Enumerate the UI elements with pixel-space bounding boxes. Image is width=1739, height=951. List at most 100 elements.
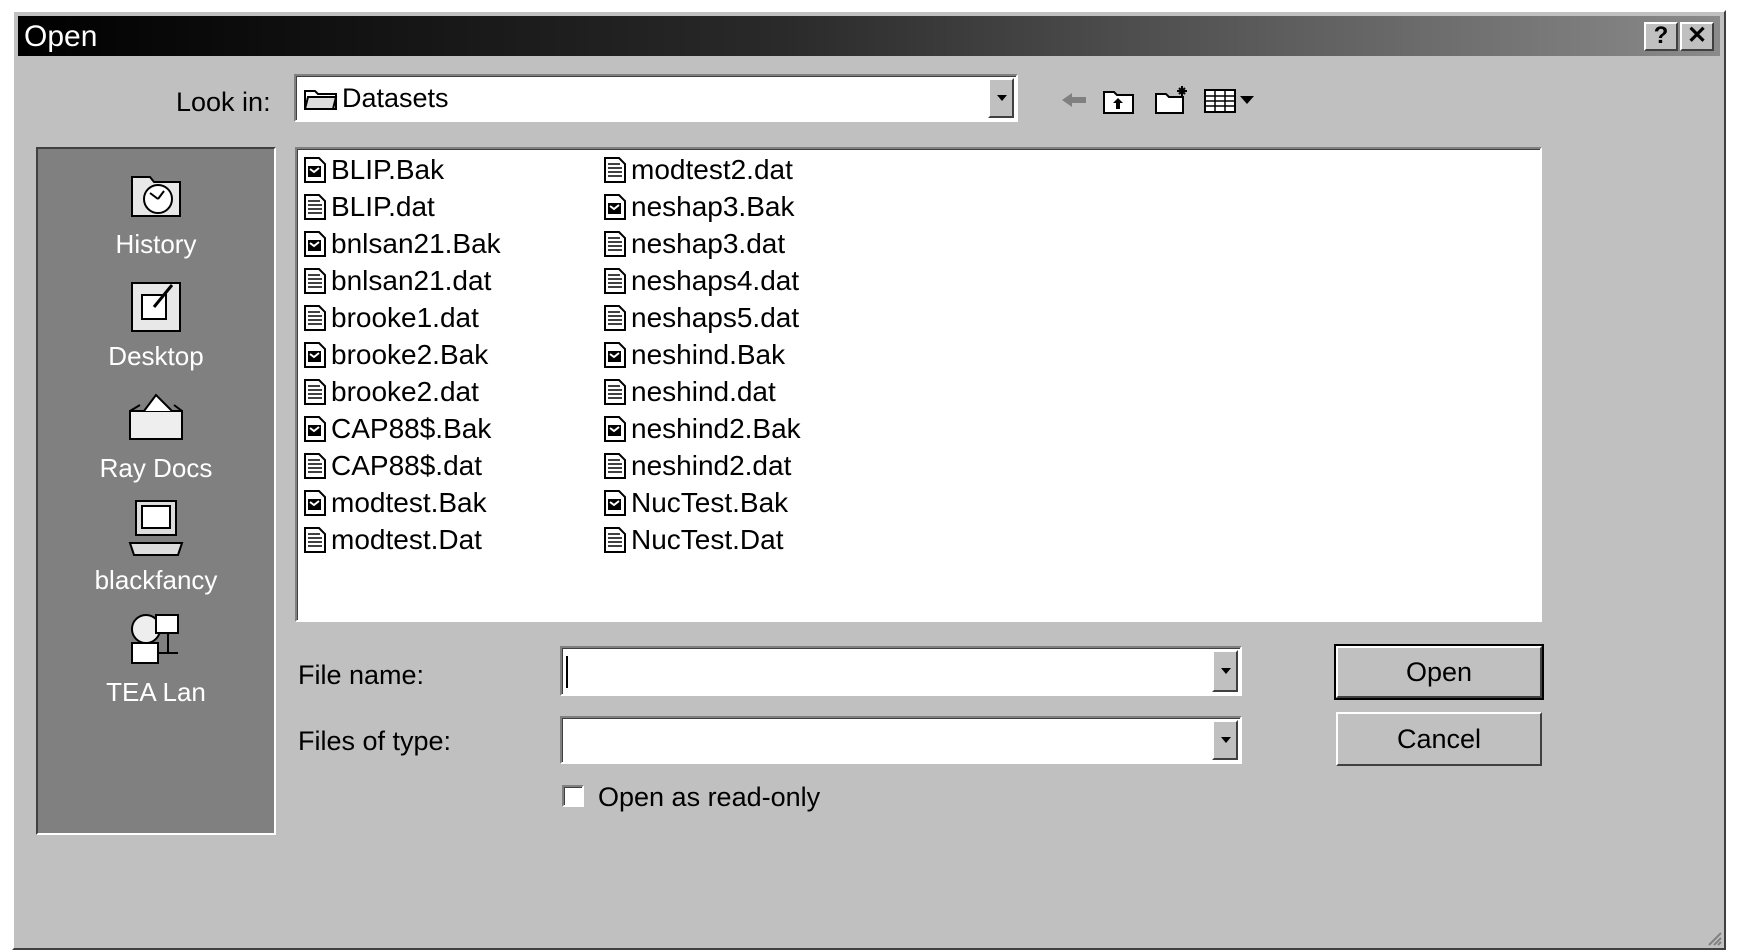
- lookin-label-text: Look in:: [176, 87, 271, 117]
- place-history-label: History: [115, 229, 197, 259]
- lookin-combobox[interactable]: Datasets: [294, 74, 1018, 122]
- up-folder-icon[interactable]: [1102, 84, 1136, 116]
- network-icon: [131, 614, 179, 664]
- place-ray-docs-label: Ray Docs: [99, 453, 213, 483]
- dat-file-icon: [304, 268, 326, 294]
- computer-icon: [128, 500, 184, 556]
- help-button[interactable]: ?: [1644, 22, 1678, 51]
- dat-file-icon: [604, 527, 626, 553]
- dat-file-icon: [604, 453, 626, 479]
- file-name: brooke1.dat: [331, 302, 479, 333]
- dat-file-icon: [304, 194, 326, 220]
- filetype-label-text: Files of type:: [298, 726, 452, 756]
- filename-label: File name:: [298, 660, 424, 691]
- file-name: brooke2.dat: [331, 376, 479, 407]
- documents-folder-icon: [129, 393, 183, 440]
- file-name: neshaps5.dat: [631, 302, 800, 333]
- filetype-combobox[interactable]: [560, 716, 1242, 764]
- desktop-icon: [131, 282, 181, 332]
- file-item[interactable]: NucTest.Dat: [603, 523, 784, 557]
- new-folder-icon[interactable]: [1154, 84, 1192, 116]
- bak-file-icon: [604, 416, 626, 442]
- file-item[interactable]: neshind2.dat: [603, 449, 791, 483]
- file-item[interactable]: neshap3.dat: [603, 227, 785, 261]
- file-item[interactable]: neshind.Bak: [603, 338, 785, 372]
- readonly-checkbox[interactable]: [562, 785, 584, 807]
- dat-file-icon: [304, 527, 326, 553]
- file-name: CAP88$.Bak: [331, 413, 492, 444]
- filename-dropdown-button[interactable]: [1212, 650, 1238, 692]
- file-name: modtest.Dat: [331, 524, 482, 555]
- place-tea-lan[interactable]: TEA Lan: [38, 609, 274, 708]
- place-desktop[interactable]: Desktop: [38, 273, 274, 372]
- file-name: neshaps4.dat: [631, 265, 800, 296]
- bak-file-icon: [304, 157, 326, 183]
- filetype-dropdown-button[interactable]: [1212, 720, 1238, 760]
- filename-combobox[interactable]: [560, 646, 1242, 696]
- file-item[interactable]: brooke2.dat: [303, 375, 479, 409]
- file-name: neshind2.Bak: [631, 413, 801, 444]
- dat-file-icon: [304, 453, 326, 479]
- file-name: modtest2.dat: [631, 154, 793, 185]
- bak-file-icon: [604, 342, 626, 368]
- filetype-label: Files of type:: [298, 726, 451, 757]
- place-blackfancy[interactable]: blackfancy: [38, 497, 274, 596]
- file-name: brooke2.Bak: [331, 339, 489, 370]
- bak-file-icon: [604, 194, 626, 220]
- file-item[interactable]: brooke1.dat: [303, 301, 479, 335]
- readonly-label[interactable]: Open as read-only: [598, 782, 820, 813]
- place-tea-lan-label: TEA Lan: [106, 677, 206, 707]
- file-item[interactable]: BLIP.Bak: [303, 153, 444, 187]
- bak-file-icon: [304, 490, 326, 516]
- dat-file-icon: [604, 379, 626, 405]
- cancel-button[interactable]: Cancel: [1336, 712, 1542, 766]
- open-button[interactable]: Open: [1334, 644, 1544, 700]
- file-item[interactable]: neshaps4.dat: [603, 264, 799, 298]
- file-item[interactable]: neshap3.Bak: [603, 190, 794, 224]
- dat-file-icon: [304, 379, 326, 405]
- file-name: bnlsan21.dat: [331, 265, 492, 296]
- place-ray-docs[interactable]: Ray Docs: [38, 385, 274, 484]
- lookin-dropdown-button[interactable]: [988, 78, 1014, 118]
- bak-file-icon: [304, 231, 326, 257]
- dat-file-icon: [604, 231, 626, 257]
- open-dialog: Open ? ✕ Look in: Datasets History Deskt…: [12, 10, 1726, 950]
- file-item[interactable]: bnlsan21.dat: [303, 264, 491, 298]
- lookin-label: Look in:: [176, 87, 271, 118]
- close-button[interactable]: ✕: [1680, 22, 1714, 51]
- file-item[interactable]: CAP88$.dat: [303, 449, 482, 483]
- folder-icon: [304, 90, 338, 110]
- back-icon[interactable]: [1058, 84, 1088, 116]
- file-item[interactable]: neshind2.Bak: [603, 412, 801, 446]
- file-item[interactable]: CAP88$.Bak: [303, 412, 491, 446]
- title-bar[interactable]: Open ? ✕: [18, 16, 1720, 56]
- view-menu-icon[interactable]: [1202, 84, 1258, 116]
- file-item[interactable]: NucTest.Bak: [603, 486, 788, 520]
- text-cursor: [566, 656, 568, 688]
- filename-label-text: File name:: [298, 660, 425, 690]
- file-item[interactable]: brooke2.Bak: [303, 338, 488, 372]
- file-name: NucTest.Dat: [631, 524, 784, 555]
- lookin-value: Datasets: [342, 83, 449, 113]
- file-item[interactable]: modtest.Dat: [303, 523, 482, 557]
- file-name: neshind.dat: [631, 376, 776, 407]
- places-bar: History Desktop Ray Docs blackfancy TEA …: [36, 147, 276, 835]
- file-item[interactable]: neshind.dat: [603, 375, 776, 409]
- place-history[interactable]: History: [38, 161, 274, 260]
- file-item[interactable]: BLIP.dat: [303, 190, 435, 224]
- file-item[interactable]: bnlsan21.Bak: [303, 227, 501, 261]
- file-name: modtest.Bak: [331, 487, 487, 518]
- file-name: bnlsan21.Bak: [331, 228, 501, 259]
- file-list[interactable]: BLIP.Bak BLIP.dat bnlsan21.Bak bnlsan21.dat…: [295, 147, 1542, 622]
- dat-file-icon: [604, 268, 626, 294]
- file-item[interactable]: modtest.Bak: [303, 486, 487, 520]
- file-name: neshind.Bak: [631, 339, 786, 370]
- dat-file-icon: [604, 305, 626, 331]
- file-name: BLIP.Bak: [331, 154, 445, 185]
- file-name: neshap3.Bak: [631, 191, 795, 222]
- file-item[interactable]: modtest2.dat: [603, 153, 793, 187]
- file-item[interactable]: neshaps5.dat: [603, 301, 799, 335]
- bak-file-icon: [304, 342, 326, 368]
- dat-file-icon: [304, 305, 326, 331]
- resize-grip-icon[interactable]: [1706, 930, 1722, 946]
